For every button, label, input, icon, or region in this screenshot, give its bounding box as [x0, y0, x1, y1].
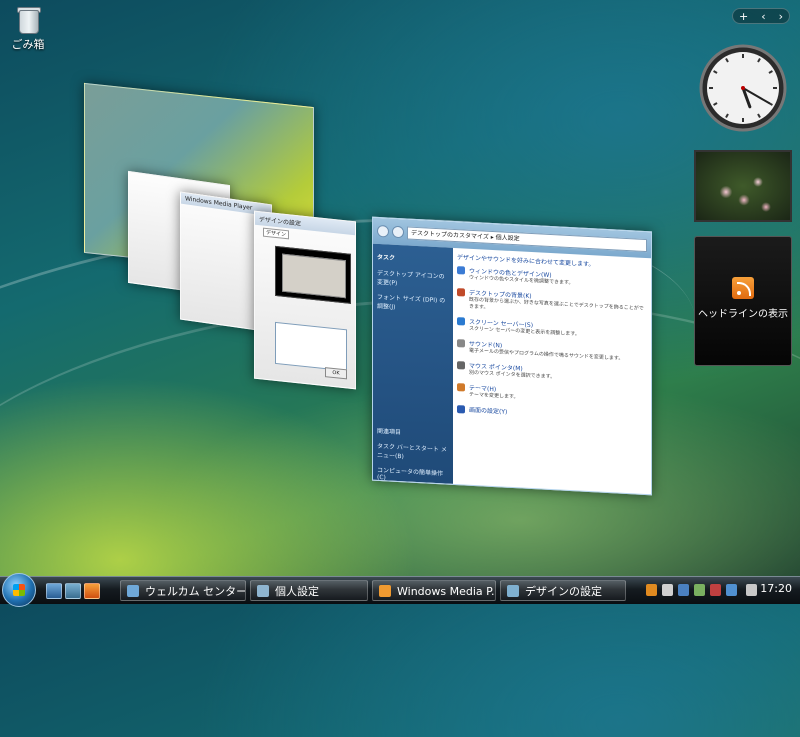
personalize-item-desc: テーマを変更します。 [469, 391, 519, 401]
clock-gadget[interactable] [696, 38, 790, 138]
taskbar-button-welcome-center[interactable]: ウェルカム センター [120, 580, 246, 601]
taskbar-button-personalize[interactable]: 個人設定 [250, 580, 368, 601]
forward-button[interactable] [392, 225, 404, 239]
sidebar-controls: + ‹ › [732, 8, 790, 24]
welcome-center-icon [127, 585, 139, 597]
color-scheme-list[interactable] [275, 321, 347, 372]
personalize-item[interactable]: デスクトップの背景(K) 既存の背景から選ぶか、好きな写真を選ぶことでデスクトップ… [457, 287, 647, 320]
personalize-item[interactable]: マウス ポインタ(M) 別のマウス ポインタを選択できます。 [457, 360, 647, 386]
help-icon[interactable] [726, 584, 737, 596]
appearance-preview [275, 245, 351, 304]
start-button[interactable] [2, 573, 36, 607]
recycle-bin-icon [16, 4, 41, 34]
rss-icon [732, 277, 754, 299]
personalize-item-icon [457, 266, 465, 275]
personalize-content: デザインやサウンドを好みに合わせて変更します。 ウィンドウの色とデザイン(W) ウ… [457, 252, 647, 494]
windows-logo-icon [13, 584, 25, 596]
tab-design[interactable]: デザイン [263, 227, 290, 240]
media-player-icon[interactable] [84, 583, 100, 599]
prev-gadget-button[interactable]: ‹ [761, 10, 765, 23]
appearance-icon [507, 585, 519, 597]
switch-windows-icon[interactable] [65, 583, 81, 599]
personalize-item-icon [457, 405, 465, 414]
feed-headlines-gadget[interactable]: ヘッドラインの表示 [694, 236, 792, 366]
speaker-icon[interactable] [746, 584, 757, 596]
recycle-bin-label: ごみ箱 [11, 38, 45, 51]
back-button[interactable] [377, 224, 389, 238]
personalize-item-title[interactable]: 画面の設定(Y) [469, 405, 507, 416]
security-icon[interactable] [710, 584, 721, 596]
taskbar-button-media-player[interactable]: Windows Media P... [372, 580, 496, 601]
personalize-item[interactable]: スクリーン セーバー(S) スクリーン セーバーの変更と表示を調整します。 [457, 316, 647, 342]
flip3d-personalize-window[interactable]: デスクトップのカスタマイズ ▸ 個人設定 タスク デスクトップ アイコンの変更(… [372, 216, 652, 496]
personalize-item-icon [457, 288, 465, 297]
defender-icon[interactable] [646, 584, 657, 596]
taskbar-button-appearance[interactable]: デザインの設定 [500, 580, 626, 601]
personalize-item-icon [457, 361, 465, 370]
next-gadget-button[interactable]: › [779, 10, 783, 23]
ime-icon[interactable] [678, 584, 689, 596]
flip3d-appearance-settings-window[interactable]: デザインの設定 デザイン OK [254, 210, 356, 390]
slideshow-gadget[interactable] [694, 150, 792, 222]
taskbar: ウェルカム センター 個人設定 Windows Media P... デザインの… [0, 573, 800, 607]
notification-area: 17:20 [640, 580, 798, 601]
feed-headlines-label: ヘッドラインの表示 [698, 309, 788, 320]
recycle-bin[interactable]: ごみ箱 [8, 4, 48, 52]
taskbar-button-label: Windows Media P... [397, 585, 496, 598]
taskbar-button-label: デザインの設定 [525, 585, 602, 598]
add-gadget-button[interactable]: + [739, 10, 748, 23]
ok-button[interactable]: OK [325, 367, 347, 380]
taskbar-button-label: ウェルカム センター [145, 585, 246, 598]
personalize-item-icon [457, 317, 465, 326]
show-desktop-icon[interactable] [46, 583, 62, 599]
language-icon[interactable] [662, 584, 673, 596]
taskbar-button-label: 個人設定 [275, 585, 319, 598]
personalize-item[interactable]: サウンド(N) 電子メールの受信やプログラムの操作で鳴るサウンドを変更します。 [457, 338, 647, 364]
network-icon[interactable] [694, 584, 705, 596]
personalize-icon [257, 585, 269, 597]
personalize-item-icon [457, 339, 465, 348]
personalize-item-icon [457, 383, 465, 392]
personalize-item[interactable]: テーマ(H) テーマを変更します。 [457, 382, 647, 408]
media-player-icon [379, 585, 391, 597]
task-pane: タスク デスクトップ アイコンの変更(P) フォント サイズ (DPI) の調整… [373, 243, 453, 484]
personalize-item[interactable]: 画面の設定(Y) [457, 404, 647, 423]
tray-clock[interactable]: 17:20 [760, 582, 792, 595]
